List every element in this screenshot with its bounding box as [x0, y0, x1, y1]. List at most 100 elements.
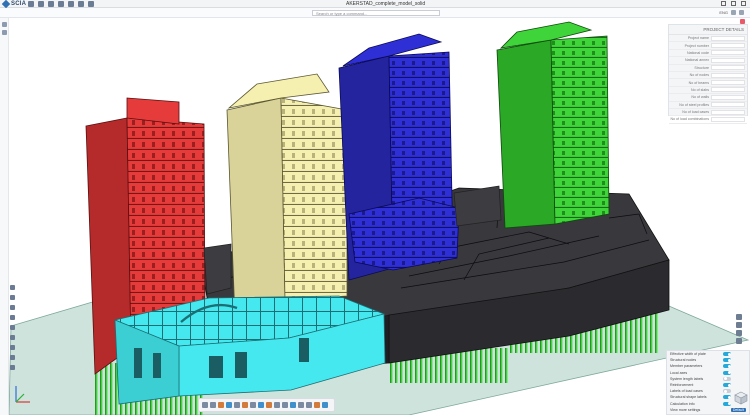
property-value[interactable]	[711, 35, 745, 41]
zoom-all-icon[interactable]	[10, 285, 15, 290]
setting-toggle[interactable]	[723, 370, 731, 375]
green-tower-side[interactable]	[496, 39, 556, 229]
property-label: No of load cases	[682, 110, 709, 115]
visibility-icon[interactable]	[10, 355, 15, 360]
redo-icon[interactable]	[68, 1, 74, 7]
document-title: AKERSTAD_complete_model_solid	[346, 1, 426, 7]
property-value[interactable]	[711, 65, 745, 71]
command-bar: Search or type a command... ENG	[0, 8, 750, 18]
model-viewport[interactable]	[9, 18, 750, 415]
select-icon[interactable]	[10, 335, 15, 340]
property-row: National annex	[669, 57, 747, 65]
view-side-icon[interactable]	[736, 322, 742, 328]
property-value[interactable]	[711, 43, 745, 49]
save-icon[interactable]	[48, 1, 54, 7]
select-tool-icon[interactable]	[202, 402, 208, 408]
property-value[interactable]	[711, 87, 745, 93]
layer-tool-icon[interactable]	[314, 402, 320, 408]
green-tower-front[interactable]	[550, 35, 610, 225]
pan-icon[interactable]	[10, 315, 15, 320]
more-settings-link[interactable]: View more settings	[670, 408, 700, 412]
bottom-quick-toolbar	[198, 398, 335, 412]
property-value[interactable]	[711, 72, 745, 78]
slab-tool-icon[interactable]	[234, 402, 240, 408]
structural-model[interactable]	[9, 18, 750, 415]
mesh-tool-icon[interactable]	[266, 402, 272, 408]
property-row: Project name	[669, 35, 747, 43]
setting-toggle[interactable]	[723, 401, 731, 406]
view-iso-icon[interactable]	[736, 338, 742, 344]
default-button[interactable]: Default	[730, 407, 746, 412]
window-controls	[721, 1, 746, 6]
scia-logo-icon	[1, 0, 11, 9]
filter-icon[interactable]	[10, 345, 15, 350]
property-value[interactable]	[711, 116, 745, 122]
panel-title: PROJECT DETAILS	[669, 25, 747, 35]
property-label: Project number	[684, 43, 709, 48]
setting-toggle[interactable]	[723, 358, 731, 363]
setting-label: Member parameters	[670, 364, 703, 369]
setting-toggle[interactable]	[723, 389, 731, 394]
scia-app-window: SCIA AKERSTAD_complete_model_solid Searc…	[0, 0, 750, 415]
clipping-icon[interactable]	[10, 365, 15, 370]
property-label: No of walls	[691, 95, 709, 100]
property-label: No of slabs	[691, 87, 709, 92]
view-cube-icon[interactable]	[734, 391, 748, 405]
open-file-icon[interactable]	[38, 1, 44, 7]
help-icon[interactable]	[731, 10, 736, 15]
property-value[interactable]	[711, 94, 745, 100]
print-icon[interactable]	[78, 1, 84, 7]
property-value[interactable]	[711, 57, 745, 63]
node-tool-icon[interactable]	[210, 402, 216, 408]
check-tool-icon[interactable]	[290, 402, 296, 408]
property-value[interactable]	[711, 50, 745, 56]
rotate-icon[interactable]	[10, 325, 15, 330]
setting-toggle[interactable]	[723, 376, 731, 381]
view-top-icon[interactable]	[736, 330, 742, 336]
maximize-icon[interactable]	[731, 1, 736, 6]
setting-label: Structural nodes	[670, 358, 697, 363]
command-search-input[interactable]: Search or type a command...	[312, 10, 440, 16]
view-front-icon[interactable]	[736, 314, 742, 320]
setting-label: System length labels	[670, 376, 704, 381]
language-selector[interactable]: ENG	[719, 10, 728, 15]
property-value[interactable]	[711, 102, 745, 108]
property-value[interactable]	[711, 80, 745, 86]
measure-tool-icon[interactable]	[306, 402, 312, 408]
account-icon[interactable]	[739, 10, 744, 15]
property-row: No of beams	[669, 79, 747, 87]
settings-icon[interactable]	[88, 1, 94, 7]
more-tools-icon[interactable]	[322, 402, 328, 408]
main-menu-icon[interactable]	[2, 22, 7, 27]
zoom-out-icon[interactable]	[10, 305, 15, 310]
layers-icon[interactable]	[2, 30, 7, 35]
property-value[interactable]	[711, 109, 745, 115]
setting-label: Effective width of plate	[670, 352, 706, 357]
results-tool-icon[interactable]	[282, 402, 288, 408]
setting-toggle[interactable]	[723, 395, 731, 400]
calc-tool-icon[interactable]	[274, 402, 280, 408]
title-bar: SCIA AKERSTAD_complete_model_solid	[0, 0, 750, 9]
setting-toggle[interactable]	[723, 364, 731, 369]
setting-toggle[interactable]	[723, 352, 731, 357]
close-panel-icon[interactable]	[740, 19, 745, 24]
setting-label: Labels of load cases	[670, 389, 703, 394]
support-tool-icon[interactable]	[250, 402, 256, 408]
column-tool-icon[interactable]	[226, 402, 232, 408]
display-settings-footer: View more settings Default	[667, 407, 749, 413]
setting-toggle[interactable]	[723, 383, 731, 388]
close-icon[interactable]	[741, 1, 746, 6]
property-label: No of steel profiles	[679, 102, 709, 107]
project-details-panel: PROJECT DETAILS Project name Project num…	[668, 19, 748, 124]
property-row: Project number	[669, 42, 747, 50]
load-tool-icon[interactable]	[258, 402, 264, 408]
minimize-icon[interactable]	[721, 1, 726, 6]
undo-icon[interactable]	[58, 1, 64, 7]
zoom-in-icon[interactable]	[10, 295, 15, 300]
yellow-tower-side[interactable]	[226, 97, 286, 319]
wall-tool-icon[interactable]	[242, 402, 248, 408]
new-file-icon[interactable]	[28, 1, 34, 7]
report-tool-icon[interactable]	[298, 402, 304, 408]
yellow-tower-front[interactable]	[280, 97, 348, 301]
beam-tool-icon[interactable]	[218, 402, 224, 408]
